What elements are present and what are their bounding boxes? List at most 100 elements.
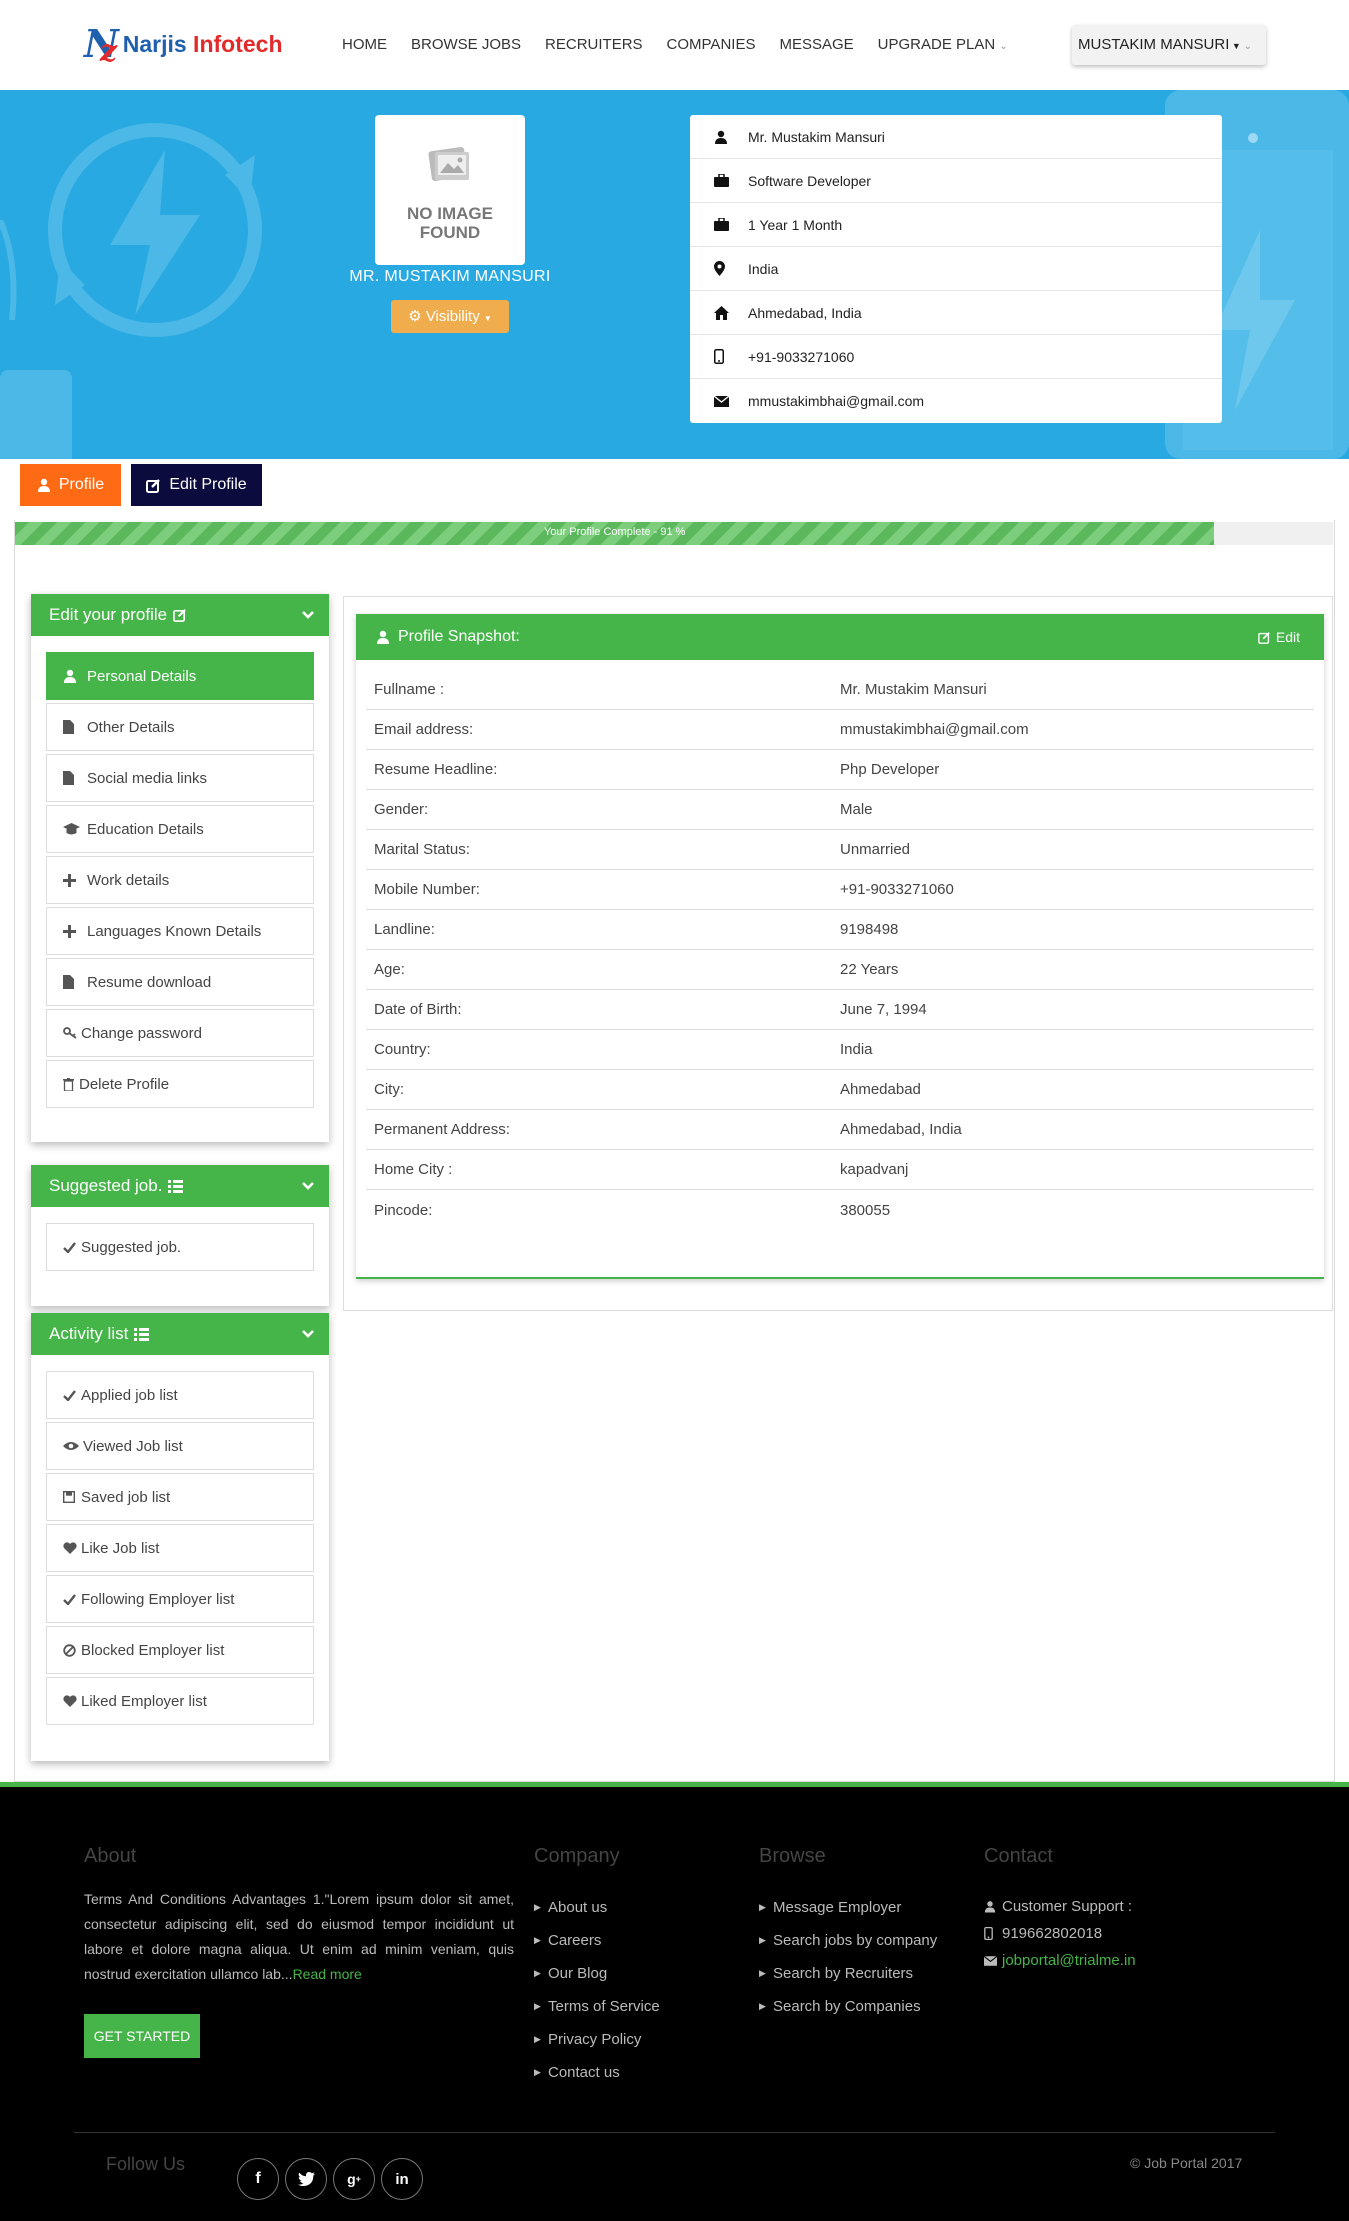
profile-name: MR. MUSTAKIM MANSURI bbox=[349, 268, 551, 285]
chevron-down-icon[interactable] bbox=[301, 1326, 315, 1346]
check-icon bbox=[63, 1389, 81, 1401]
sidebar-item-change-password[interactable]: Change password bbox=[46, 1009, 314, 1057]
nav-browse-jobs[interactable]: BROWSE JOBS bbox=[399, 30, 533, 60]
google-plus-icon[interactable]: g + bbox=[333, 2158, 375, 2200]
table-row: Email address: mmustakimbhai@gmail.com bbox=[366, 710, 1314, 750]
logo-text: Narjis Infotech bbox=[122, 30, 283, 57]
chevron-down-icon[interactable] bbox=[301, 607, 315, 627]
sidebar-item-education-details[interactable]: Education Details bbox=[46, 805, 314, 853]
activity-list-panel: Activity list Applied job list Viewed Jo… bbox=[31, 1313, 329, 1761]
caret-right-icon: ▶ bbox=[534, 1935, 541, 1945]
sidebar-item-work-details[interactable]: Work details bbox=[46, 856, 314, 904]
device-decor-icon bbox=[0, 370, 72, 459]
footer-link-privacy[interactable]: ▶ Privacy Policy bbox=[534, 2023, 660, 2056]
list-icon bbox=[134, 1327, 150, 1341]
sidebar-item-viewed-jobs[interactable]: Viewed Job list bbox=[46, 1422, 314, 1470]
get-started-button[interactable]: GET STARTED bbox=[84, 2014, 200, 2058]
visibility-button[interactable]: ⚙ Visibility ▼ bbox=[391, 300, 509, 333]
tab-edit-profile[interactable]: Edit Profile bbox=[131, 464, 262, 506]
sidebar-item-saved-jobs[interactable]: Saved job list bbox=[46, 1473, 314, 1521]
site-logo[interactable]: Nz Narjis Infotech bbox=[84, 24, 304, 70]
twitter-icon[interactable] bbox=[285, 2158, 327, 2200]
nav-recruiters[interactable]: RECRUITERS bbox=[533, 30, 655, 60]
facebook-icon[interactable]: f bbox=[237, 2158, 279, 2200]
envelope-icon bbox=[984, 1955, 1002, 1966]
sidebar-item-delete-profile[interactable]: Delete Profile bbox=[46, 1060, 314, 1108]
footer-link-terms[interactable]: ▶ Terms of Service bbox=[534, 1990, 660, 2023]
suggested-job-panel: Suggested job. Suggested job. bbox=[31, 1165, 329, 1306]
nav-home[interactable]: HOME bbox=[330, 30, 399, 60]
sidebar-item-blocked-employers[interactable]: Blocked Employer list bbox=[46, 1626, 314, 1674]
footer-link-careers[interactable]: ▶ Careers bbox=[534, 1924, 660, 1957]
footer-divider bbox=[74, 2132, 1275, 2133]
profile-snapshot-title: Profile Snapshot: bbox=[398, 628, 520, 645]
sidebar-item-other-details[interactable]: Other Details bbox=[46, 703, 314, 751]
chevron-down-icon: ⌄ bbox=[999, 41, 1008, 52]
home-icon bbox=[714, 305, 748, 320]
nav-companies[interactable]: COMPANIES bbox=[655, 30, 768, 60]
table-row: Home City : kapadvanj bbox=[366, 1150, 1314, 1190]
footer-link-search-by-recruiters[interactable]: ▶ Search by Recruiters bbox=[759, 1957, 937, 1990]
check-icon bbox=[63, 1241, 81, 1253]
read-more-link[interactable]: Read more bbox=[293, 1966, 362, 1982]
mobile-icon bbox=[984, 1927, 1002, 1940]
footer-company-links: ▶ About us ▶ Careers ▶ Our Blog ▶ Terms of S… bbox=[534, 1891, 660, 2089]
snapshot-edit-button[interactable]: Edit bbox=[1258, 614, 1300, 660]
footer-link-our-blog[interactable]: ▶ Our Blog bbox=[534, 1957, 660, 1990]
sidebar-item-languages-known[interactable]: Languages Known Details bbox=[46, 907, 314, 955]
table-row: Country: India bbox=[366, 1030, 1314, 1070]
table-row: Resume Headline: Php Developer bbox=[366, 750, 1314, 790]
sidebar-item-resume-download[interactable]: Resume download bbox=[46, 958, 314, 1006]
table-row: Marital Status: Unmarried bbox=[366, 830, 1314, 870]
sidebar-item-suggested-job[interactable]: Suggested job. bbox=[46, 1223, 314, 1271]
table-row: Landline: 9198498 bbox=[366, 910, 1314, 950]
tab-profile[interactable]: Profile bbox=[20, 464, 121, 506]
info-experience: 1 Year 1 Month bbox=[690, 203, 1222, 247]
file-icon bbox=[63, 771, 87, 785]
footer-about-title: About bbox=[84, 1845, 137, 1867]
contact-phone: 919662802018 bbox=[984, 1920, 1136, 1947]
activity-list-panel-header[interactable]: Activity list bbox=[31, 1313, 329, 1355]
sidebar-item-following-employers[interactable]: Following Employer list bbox=[46, 1575, 314, 1623]
nav-upgrade-plan[interactable]: UPGRADE PLAN ⌄ bbox=[866, 30, 1020, 60]
suggested-job-panel-header[interactable]: Suggested job. bbox=[31, 1165, 329, 1207]
graduation-cap-icon bbox=[63, 823, 87, 835]
footer-link-message-employer[interactable]: ▶ Message Employer bbox=[759, 1891, 937, 1924]
heart-icon bbox=[63, 1695, 81, 1707]
footer-about-text: Terms And Conditions Advantages 1."Lorem… bbox=[84, 1891, 514, 1982]
plus-icon bbox=[63, 873, 87, 887]
heart-icon bbox=[63, 1542, 81, 1554]
sidebar-item-applied-jobs[interactable]: Applied job list bbox=[46, 1371, 314, 1419]
contact-email[interactable]: jobportal@trialme.in bbox=[984, 1947, 1136, 1974]
footer-browse-title: Browse bbox=[759, 1845, 826, 1867]
info-fullname: Mr. Mustakim Mansuri bbox=[690, 115, 1222, 159]
user-icon bbox=[984, 1900, 1002, 1913]
refresh-bolt-decor-icon bbox=[48, 123, 262, 337]
table-row: Fullname : Mr. Mustakim Mansuri bbox=[366, 670, 1314, 710]
site-header: Nz Narjis Infotech HOME BROWSE JOBS RECR… bbox=[0, 0, 1349, 90]
sidebar-item-liked-jobs[interactable]: Like Job list bbox=[46, 1524, 314, 1572]
user-menu-dropdown[interactable]: MUSTAKIM MANSURI ▼ ⌄ bbox=[1072, 25, 1266, 65]
list-icon bbox=[168, 1179, 184, 1193]
footer-link-contact-us[interactable]: ▶ Contact us bbox=[534, 2056, 660, 2089]
footer-link-about-us[interactable]: ▶ About us bbox=[534, 1891, 660, 1924]
sidebar-item-social-media-links[interactable]: Social media links bbox=[46, 754, 314, 802]
info-country: India bbox=[690, 247, 1222, 291]
footer-link-search-by-company[interactable]: ▶ Search jobs by company bbox=[759, 1924, 937, 1957]
table-row: Gender: Male bbox=[366, 790, 1314, 830]
linkedin-icon[interactable]: in bbox=[381, 2158, 423, 2200]
copyright-text: © Job Portal 2017 bbox=[1130, 2155, 1243, 2171]
sidebar-item-personal-details[interactable]: Personal Details bbox=[46, 652, 314, 700]
chevron-down-icon[interactable] bbox=[301, 1178, 315, 1198]
footer-link-search-by-companies[interactable]: ▶ Search by Companies bbox=[759, 1990, 937, 2023]
caret-down-icon: ▼ bbox=[1229, 41, 1241, 51]
table-row: City: Ahmedabad bbox=[366, 1070, 1314, 1110]
profile-photo-placeholder[interactable]: NO IMAGE FOUND bbox=[375, 115, 525, 265]
edit-profile-panel-header[interactable]: Edit your profile bbox=[31, 594, 329, 636]
twitter-bird-glyph bbox=[297, 2172, 315, 2186]
eye-icon bbox=[63, 1441, 83, 1451]
nav-message[interactable]: MESSAGE bbox=[767, 30, 865, 60]
sidebar-item-liked-employers[interactable]: Liked Employer list bbox=[46, 1677, 314, 1725]
file-icon bbox=[63, 720, 87, 734]
user-icon bbox=[37, 478, 51, 492]
